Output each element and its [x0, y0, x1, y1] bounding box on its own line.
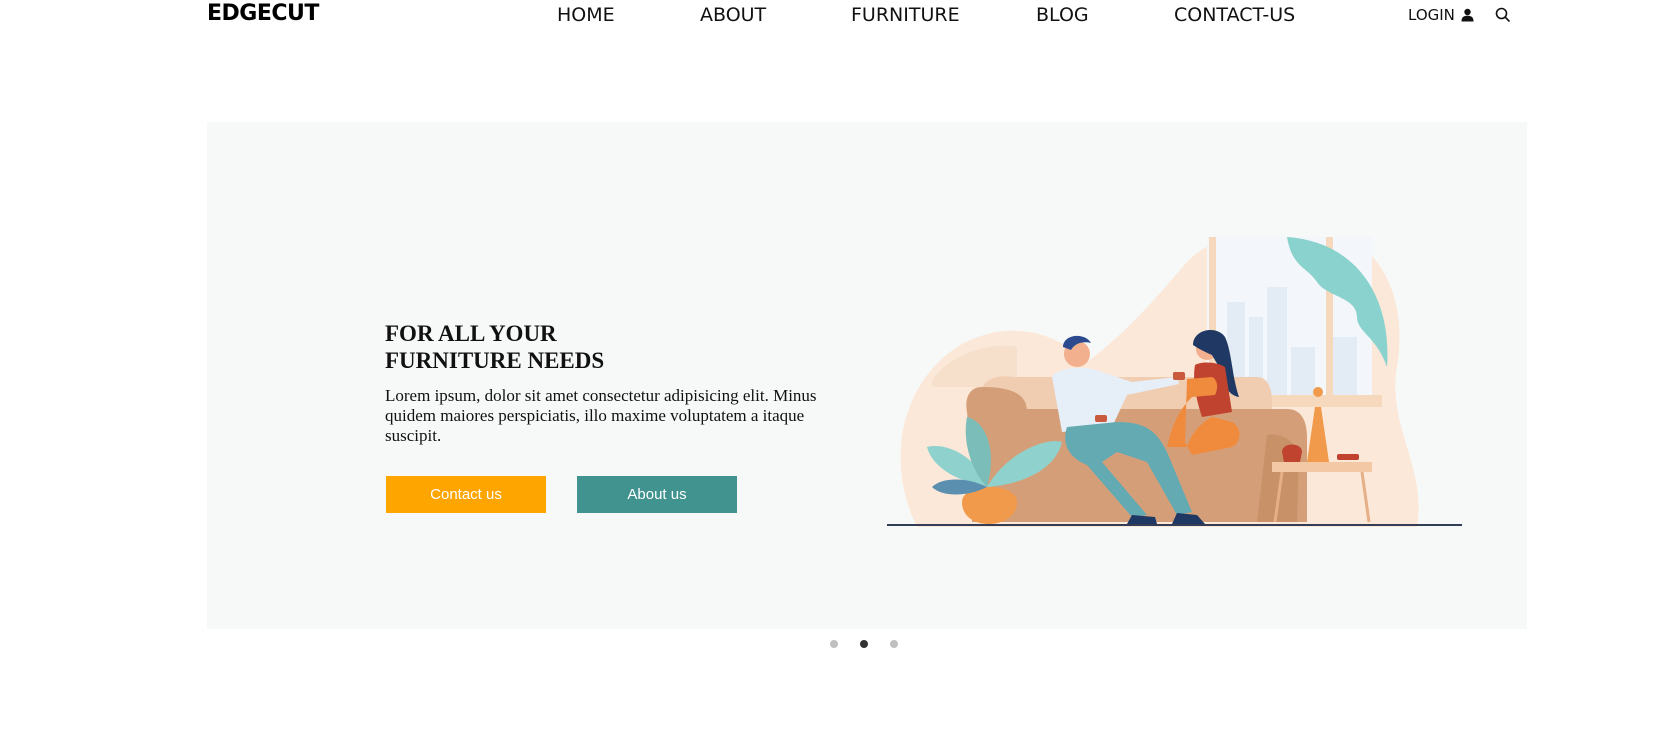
carousel-dot-2[interactable]: [860, 640, 868, 648]
carousel-dot-1[interactable]: [830, 640, 838, 648]
login-link[interactable]: LOGIN: [1408, 6, 1474, 24]
couple-on-sofa-illustration: [887, 237, 1462, 527]
user-icon: [1461, 8, 1474, 22]
hero-description: Lorem ipsum, dolor sit amet consectetur …: [385, 386, 817, 445]
carousel-dot-3[interactable]: [890, 640, 898, 648]
nav-about-link[interactable]: ABOUT: [700, 4, 766, 26]
hero-carousel-slide: FOR ALL YOUR FURNITURE NEEDS Lorem ipsum…: [207, 122, 1527, 629]
search-icon[interactable]: [1494, 6, 1512, 24]
nav-contact-link[interactable]: CONTACT-US: [1174, 4, 1295, 26]
hero-title: FOR ALL YOUR FURNITURE NEEDS: [385, 320, 785, 374]
hero-title-line-1: FOR ALL YOUR: [385, 321, 557, 346]
about-us-button[interactable]: About us: [577, 476, 737, 513]
carousel-indicators: [830, 640, 900, 650]
nav-blog-link[interactable]: BLOG: [1036, 4, 1089, 26]
nav-furniture-link[interactable]: FURNITURE: [851, 4, 960, 26]
login-label: LOGIN: [1408, 6, 1455, 24]
hero-title-line-2: FURNITURE NEEDS: [385, 348, 605, 373]
navbar: EDGECUT HOME ABOUT FURNITURE BLOG CONTAC…: [0, 0, 1667, 32]
contact-us-button[interactable]: Contact us: [386, 476, 546, 513]
nav-home-link[interactable]: HOME: [557, 4, 615, 26]
